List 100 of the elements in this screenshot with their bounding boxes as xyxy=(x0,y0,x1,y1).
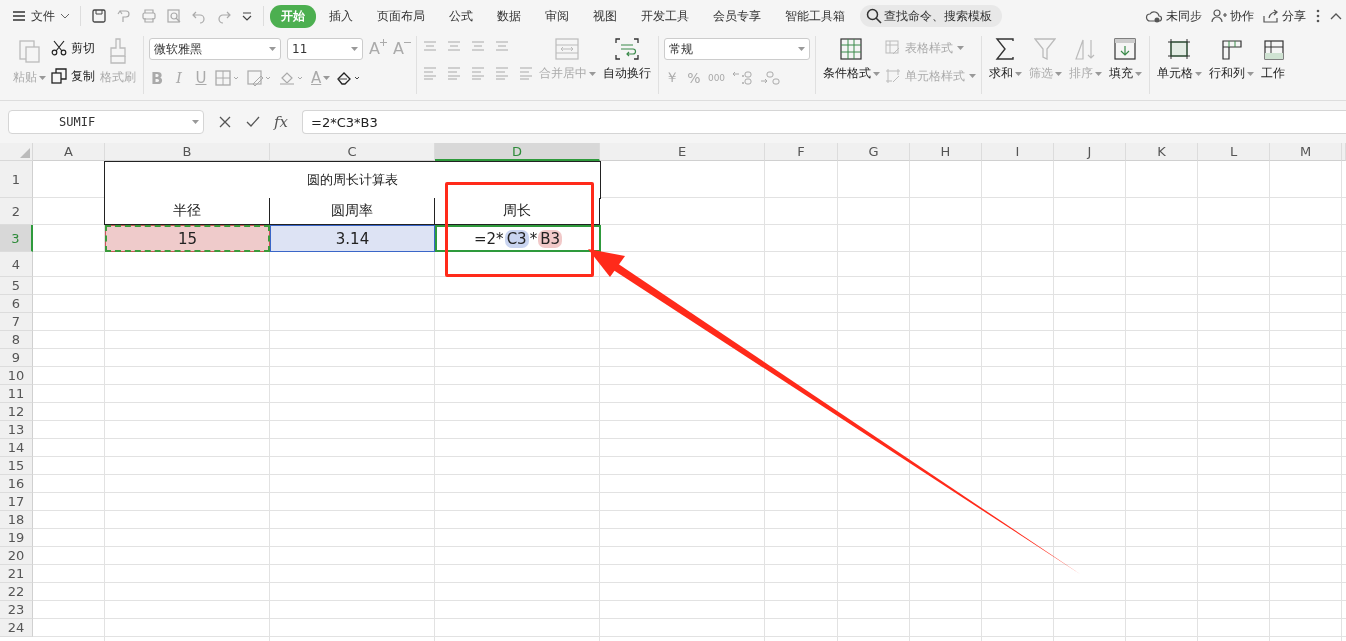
align-icon[interactable] xyxy=(421,40,438,54)
corner-triangle-icon xyxy=(20,148,30,158)
insert-function-button[interactable]: fx xyxy=(274,113,288,131)
row-header[interactable]: 24 xyxy=(0,619,33,637)
ribbon-tab[interactable]: 插入 xyxy=(318,4,364,28)
ribbon-tab[interactable]: 数据 xyxy=(486,4,532,28)
row-header[interactable]: 20 xyxy=(0,547,33,565)
column-header[interactable]: E xyxy=(600,143,765,161)
column-header[interactable]: H xyxy=(910,143,982,161)
column-header[interactable]: L xyxy=(1198,143,1270,161)
row-header[interactable]: 13 xyxy=(0,421,33,439)
row-header[interactable]: 12 xyxy=(0,403,33,421)
column-header[interactable]: C xyxy=(270,143,435,161)
align-icon[interactable] xyxy=(493,66,510,80)
caret-icon xyxy=(1194,71,1202,76)
row-header[interactable]: 16 xyxy=(0,475,33,493)
row-header[interactable]: 9 xyxy=(0,349,33,367)
dropdown-icon[interactable] xyxy=(241,10,253,22)
align-icon[interactable] xyxy=(445,40,462,54)
cancel-icon[interactable] xyxy=(218,115,232,129)
align-icon[interactable] xyxy=(493,40,510,54)
confirm-icon[interactable] xyxy=(246,115,260,129)
align-icon[interactable] xyxy=(445,66,462,80)
row-header[interactable]: 1 xyxy=(0,161,33,198)
caret-icon xyxy=(956,46,964,50)
caret-icon xyxy=(1246,71,1254,76)
row-header[interactable]: 4 xyxy=(0,252,33,277)
sync-button[interactable]: 未同步 xyxy=(1145,7,1202,25)
wrap-text-button[interactable]: 自动换行 xyxy=(600,36,653,84)
align-icon[interactable] xyxy=(421,66,438,80)
row-header[interactable]: 21 xyxy=(0,565,33,583)
cut-button[interactable]: 剪切 xyxy=(51,38,95,58)
copy-button[interactable]: 复制 xyxy=(51,66,95,86)
cell-format-icon[interactable] xyxy=(247,70,273,86)
column-header[interactable]: I xyxy=(982,143,1054,161)
row-header[interactable]: 2 xyxy=(0,198,33,225)
print-preview-icon[interactable] xyxy=(166,8,182,24)
row-header[interactable]: 23 xyxy=(0,601,33,619)
share-button[interactable]: 分享 xyxy=(1263,7,1306,25)
row-header[interactable]: 19 xyxy=(0,529,33,547)
row-header[interactable]: 6 xyxy=(0,295,33,313)
ribbon-tab[interactable]: 会员专享 xyxy=(702,4,772,28)
more-icon[interactable] xyxy=(1315,8,1321,24)
font-select[interactable]: 微软雅黑 xyxy=(149,38,281,60)
fill-button[interactable]: 填充 xyxy=(1106,36,1144,84)
align-icon[interactable] xyxy=(469,66,486,80)
worksheet-icon xyxy=(1261,38,1284,60)
collapse-icon[interactable] xyxy=(1330,12,1342,20)
name-box[interactable]: SUMIF xyxy=(8,110,204,134)
selected-cell[interactable]: =2* C3 * B3 xyxy=(435,225,601,252)
collaborate-button[interactable]: 协作 xyxy=(1211,7,1254,25)
ribbon-tab[interactable]: 页面布局 xyxy=(366,4,436,28)
increase-decimal-icon[interactable] xyxy=(731,70,754,86)
cells-button[interactable]: 单元格 xyxy=(1154,36,1204,84)
fill-color-icon[interactable] xyxy=(279,70,305,86)
row-header[interactable]: 18 xyxy=(0,511,33,529)
align-icon[interactable] xyxy=(469,40,486,54)
cell-reference: B3 xyxy=(538,229,562,248)
copy-icon xyxy=(51,68,67,84)
ribbon-tab[interactable]: 开发工具 xyxy=(630,4,700,28)
table-cell: 15 xyxy=(105,225,270,252)
ribbon-tab[interactable]: 智能工具箱 xyxy=(774,4,856,28)
row-header[interactable]: 7 xyxy=(0,313,33,331)
row-header[interactable]: 10 xyxy=(0,367,33,385)
column-header[interactable]: G xyxy=(838,143,910,161)
column-header[interactable]: J xyxy=(1054,143,1126,161)
ribbon-tab[interactable]: 审阅 xyxy=(534,4,580,28)
decrease-decimal-icon[interactable] xyxy=(759,70,782,86)
ribbon-tab[interactable]: 公式 xyxy=(438,4,484,28)
caret-icon xyxy=(1134,71,1142,76)
row-header[interactable]: 17 xyxy=(0,493,33,511)
font-size-select[interactable]: 11 xyxy=(287,38,363,60)
column-header[interactable]: F xyxy=(765,143,838,161)
rows-columns-button[interactable]: 行和列 xyxy=(1206,36,1256,84)
row-header[interactable]: 8 xyxy=(0,331,33,349)
file-menu[interactable]: 文件 xyxy=(12,6,81,26)
sum-button[interactable]: 求和 xyxy=(986,36,1024,84)
save-icon[interactable] xyxy=(91,8,107,24)
ribbon-tab[interactable]: 视图 xyxy=(582,4,628,28)
row-header[interactable]: 22 xyxy=(0,583,33,601)
print-icon[interactable] xyxy=(141,8,157,24)
borders-icon[interactable] xyxy=(215,70,241,86)
row-header[interactable]: 14 xyxy=(0,439,33,457)
row-header[interactable]: 11 xyxy=(0,385,33,403)
search-field[interactable]: 查找命令、搜索模板 xyxy=(860,5,1002,27)
align-icon[interactable] xyxy=(517,66,534,80)
row-header[interactable]: 15 xyxy=(0,457,33,475)
conditional-format-button[interactable]: 条件格式 xyxy=(820,36,882,84)
column-header[interactable]: B xyxy=(105,143,270,161)
column-header[interactable]: M xyxy=(1270,143,1342,161)
number-format-select[interactable]: 常规 xyxy=(663,38,810,60)
cell-style-icon xyxy=(884,68,901,84)
worksheet-button[interactable]: 工作 xyxy=(1258,36,1287,84)
fill-down-icon xyxy=(1114,38,1137,60)
column-header[interactable]: A xyxy=(33,143,105,161)
row-header[interactable]: 5 xyxy=(0,277,33,295)
table-cell: 3.14 xyxy=(270,225,435,252)
select-all-corner[interactable] xyxy=(0,143,33,161)
formula-field[interactable]: =2*C3*B3 xyxy=(302,110,1346,134)
column-header[interactable]: K xyxy=(1126,143,1198,161)
